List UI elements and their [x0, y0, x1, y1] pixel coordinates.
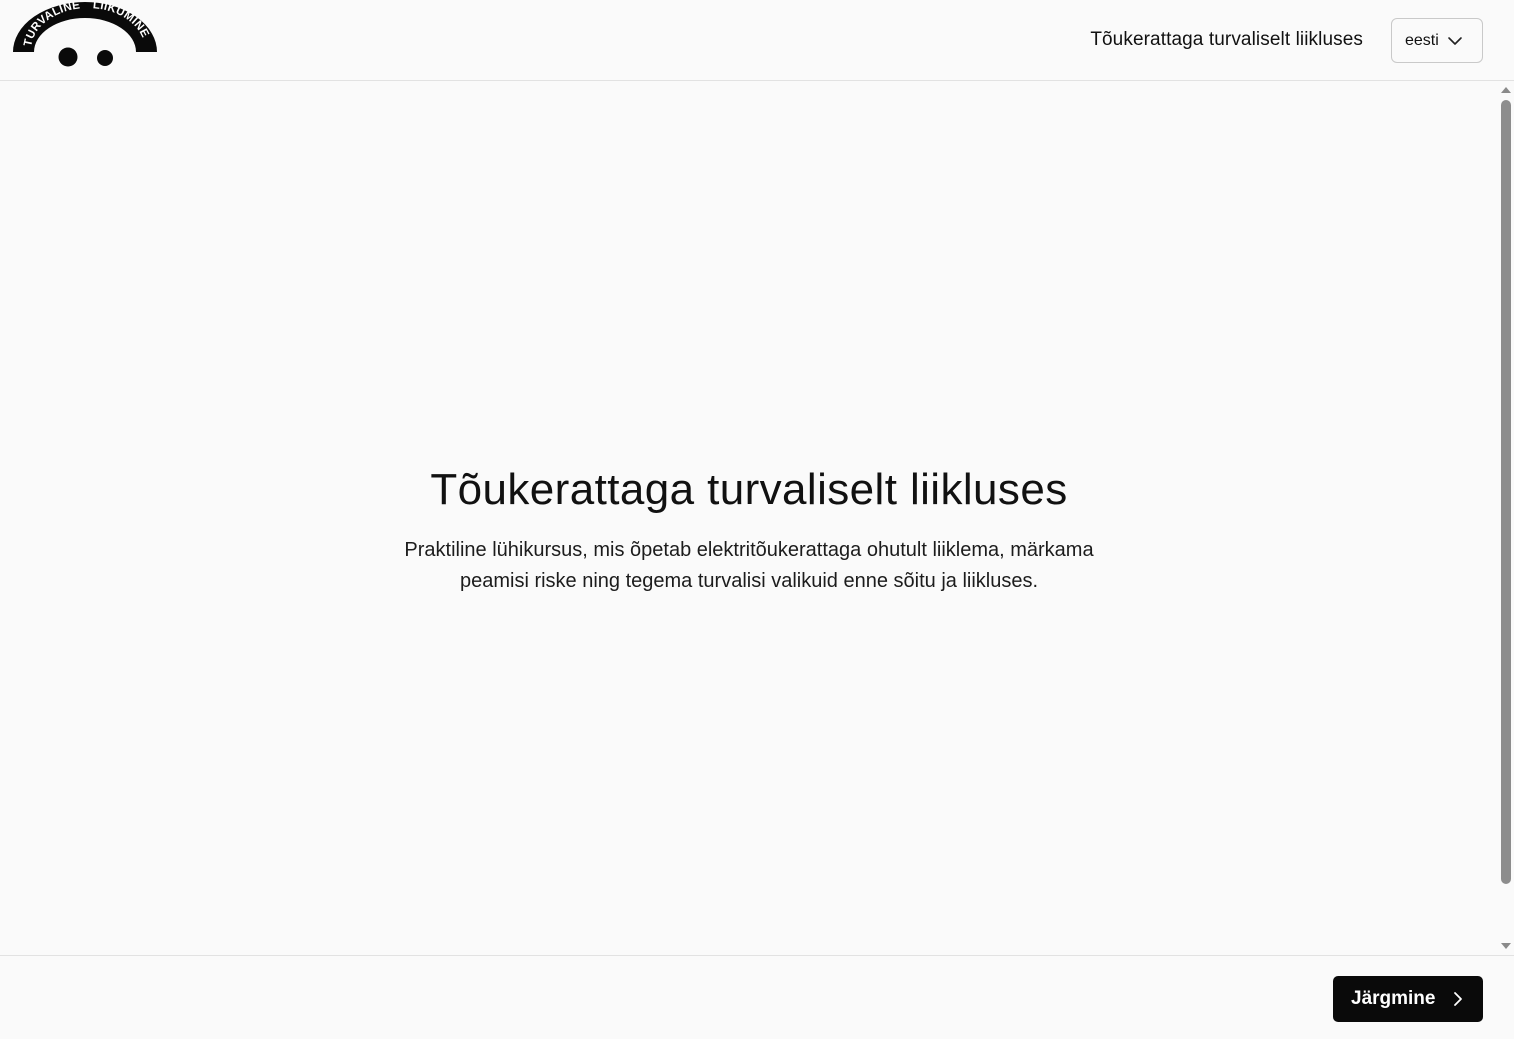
- scroll-down-arrow-icon[interactable]: [1501, 943, 1511, 949]
- page-title: Tõukerattaga turvaliselt liikluses: [430, 465, 1068, 514]
- scroll-up-arrow-icon[interactable]: [1501, 87, 1511, 93]
- chevron-right-icon: [1451, 991, 1465, 1007]
- vertical-scrollbar[interactable]: [1498, 81, 1514, 955]
- language-select[interactable]: eesti: [1391, 18, 1483, 63]
- hero-section: Tõukerattaga turvaliselt liikluses Prakt…: [0, 465, 1498, 597]
- next-button-label: Järgmine: [1351, 988, 1436, 1009]
- page-subtitle: Praktiline lühikursus, mis õpetab elektr…: [404, 539, 1094, 592]
- logo[interactable]: TURVALINE LIIKUMINE: [12, 0, 158, 72]
- logo-graphic: TURVALINE LIIKUMINE: [13, 0, 157, 67]
- chevron-down-icon: [1446, 32, 1464, 50]
- next-button[interactable]: Järgmine: [1333, 976, 1483, 1022]
- language-select-label: eesti: [1405, 31, 1439, 49]
- top-bar: TURVALINE LIIKUMINE Tõukerattaga turvali…: [0, 0, 1514, 81]
- bottom-bar: Järgmine: [0, 955, 1514, 1039]
- main-content: Tõukerattaga turvaliselt liikluses Prakt…: [0, 81, 1498, 955]
- scrollbar-thumb[interactable]: [1501, 100, 1511, 884]
- header-title: Tõukerattaga turvaliselt liikluses: [1090, 29, 1363, 50]
